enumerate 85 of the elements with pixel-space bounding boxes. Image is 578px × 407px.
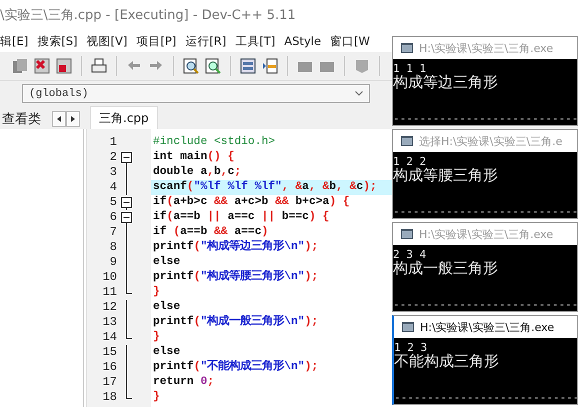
console-title: 选择H:\实验课\实验三\三角.e [419, 134, 562, 148]
code-line: } [152, 390, 161, 405]
line-number: 6 [108, 210, 117, 225]
scroll-right-button[interactable] [66, 111, 80, 127]
code-line: return 0; [152, 375, 216, 390]
separator-line: ---------------------------- [393, 206, 577, 218]
code-line: } [152, 285, 161, 300]
line-number: 8 [108, 240, 117, 255]
console-window[interactable]: H:\实验课\实验三\三角.exe 1 1 1 构成等边三角形 ---------------------------- [392, 36, 578, 126]
left-arrow-icon [57, 116, 61, 122]
console-title: H:\实验课\实验三\三角.exe [420, 320, 554, 334]
line-number: 5 [108, 195, 117, 210]
line-number: 4 [108, 180, 117, 195]
fold-end-icon [126, 390, 132, 399]
separator-line: ---------------------------- [393, 299, 577, 311]
line-number: 3 [108, 165, 117, 180]
grid-cross-icon[interactable] [56, 58, 72, 74]
scope-value: (globals) [29, 88, 88, 100]
code-line: int main() { [152, 150, 236, 165]
console-line: 不能构成三角形 [394, 353, 500, 370]
console-line: 构成等边三角形 [393, 74, 499, 91]
panel-tab[interactable]: 查看类 [0, 108, 50, 129]
console-icon [401, 136, 413, 146]
line-number: 1 [108, 135, 117, 150]
console-window[interactable]: 选择H:\实验课\实验三\三角.e 1 2 2 构成等腰三角形 ---------------------------- [392, 129, 578, 219]
console-icon [401, 43, 413, 53]
fold-end-icon [126, 285, 132, 294]
code-editor[interactable] [86, 129, 392, 407]
code-line: if(a==b || a==c || b==c) { [152, 210, 330, 225]
scope-dropdown[interactable]: (globals) [22, 84, 370, 103]
code-line: if (a==b && a==c) [152, 225, 270, 240]
console-line: 构成一般三角形 [393, 260, 499, 277]
fold-icon[interactable] [121, 150, 133, 165]
console-line: 构成等腰三角形 [393, 167, 499, 184]
line-number: 10 [102, 270, 117, 285]
fold-icon[interactable] [121, 195, 133, 210]
menu-item[interactable]: AStyle [284, 34, 322, 48]
console-line: 1 2 2 [393, 156, 426, 167]
console-title: H:\实验课\实验三\三角.exe [419, 226, 554, 242]
line-number: 2 [108, 150, 117, 165]
line-number: 9 [108, 255, 117, 270]
fold-end-icon [126, 330, 132, 339]
code-line: if(a+b>c && a+c>b && b+c>a) { [152, 195, 351, 210]
chevron-icon [355, 91, 363, 96]
separator-line: ---------------------------- [393, 113, 577, 125]
window-icon[interactable] [240, 58, 256, 74]
code-line: } [152, 330, 161, 345]
pages-icon[interactable] [12, 58, 28, 74]
console-line: 2 3 4 [393, 249, 428, 260]
line-number: 17 [102, 375, 117, 390]
fold-icon[interactable] [121, 210, 133, 225]
menu-item[interactable]: 视图[V] [86, 34, 128, 48]
menu-item[interactable]: 运行[R] [185, 34, 226, 48]
line-number: 15 [102, 345, 117, 360]
menu-item[interactable]: 项目[P] [136, 34, 176, 48]
code-line: else [152, 300, 182, 315]
printer-icon[interactable] [91, 58, 107, 74]
console-title: H:\实验课\实验三\三角.exe [419, 40, 554, 56]
line-number: 14 [102, 330, 117, 345]
code-line: double a,b,c; [152, 165, 242, 180]
line-number: 12 [102, 300, 117, 315]
console-icon [401, 229, 413, 239]
grid-cross-icon[interactable] [34, 58, 50, 74]
console-icon [402, 322, 414, 332]
code-line: #include <stdio.h> [152, 135, 276, 150]
menu-item[interactable]: 辑[E] [0, 34, 28, 48]
line-number: 13 [102, 315, 117, 330]
code-line: else [152, 255, 182, 270]
line-number: 16 [102, 360, 117, 375]
line-number: 11 [102, 285, 117, 300]
menu-item[interactable]: 窗口[W [330, 34, 370, 48]
menu-item[interactable]: 搜索[S] [37, 34, 78, 48]
right-arrow-icon [71, 116, 75, 122]
file-tab[interactable]: 三角.cpp [90, 106, 158, 129]
console-line: 1 1 1 [393, 63, 426, 74]
console-window[interactable]: H:\实验课\实验三\三角.exe 2 3 4 构成一般三角形 ---------------------------- [392, 222, 578, 312]
line-number: 18 [102, 390, 117, 405]
console-line: 1 2 3 [394, 342, 428, 353]
search-icon[interactable] [183, 58, 199, 74]
panel-icon[interactable] [262, 58, 278, 74]
code-line: else [152, 345, 182, 360]
line-number: 7 [108, 225, 117, 240]
search-icon[interactable] [205, 58, 221, 74]
menu-item[interactable]: 工具[T] [235, 34, 276, 48]
scroll-left-button[interactable] [52, 111, 66, 127]
